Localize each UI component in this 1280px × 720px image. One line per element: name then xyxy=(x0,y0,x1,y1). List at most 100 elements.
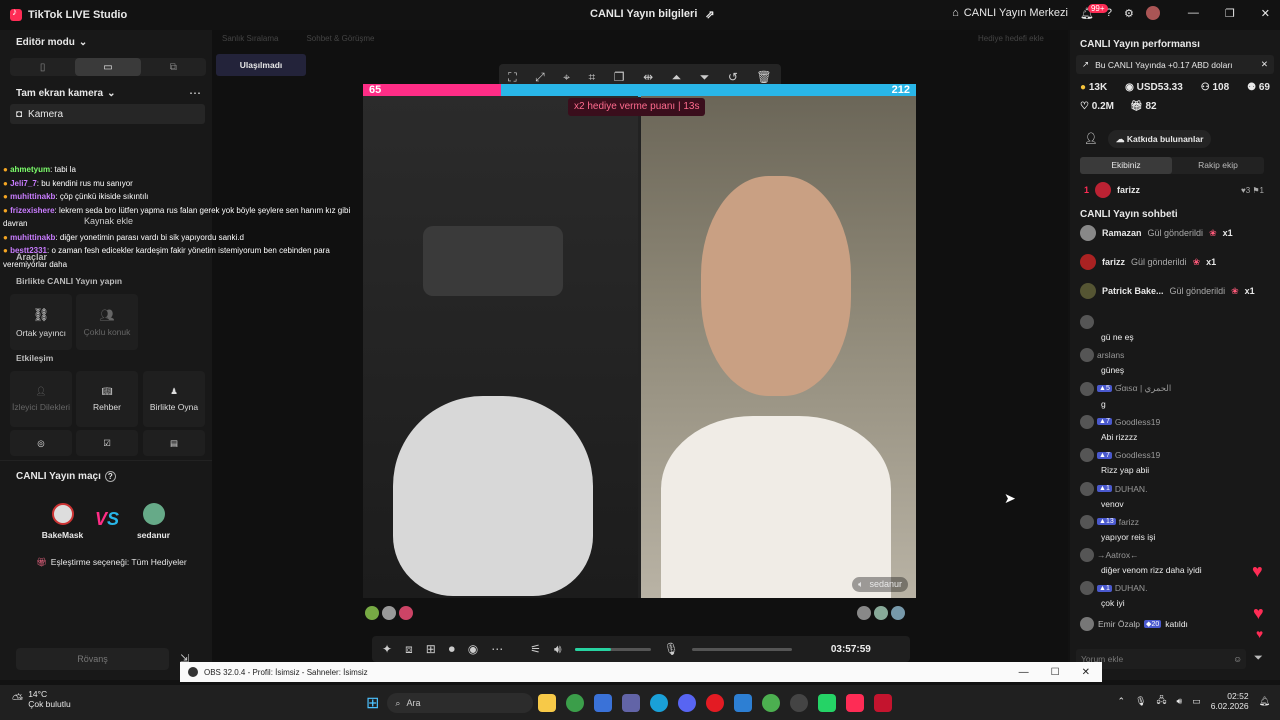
tab-my-team[interactable]: Ekibiniz xyxy=(1080,157,1172,174)
more-icon[interactable]: ⋯ xyxy=(189,86,201,100)
avatar[interactable] xyxy=(891,606,905,620)
weather-widget[interactable]: ⛅︎ 14°C Çok bulutlu xyxy=(12,689,71,709)
layout-toggle[interactable]: ▯ ▭ ⧉ xyxy=(10,58,206,76)
layer-up-icon[interactable]: ⏶ xyxy=(672,70,682,85)
network-icon[interactable]: 🖧︎ xyxy=(1157,693,1167,709)
filter-icon[interactable]: ⏷ xyxy=(1254,652,1263,665)
landscape-layout-icon[interactable]: ▭ xyxy=(75,58,141,76)
speaker-icon[interactable]: 🔊︎ xyxy=(554,642,562,657)
match-option[interactable]: 🎁︎ Eşleştirme seçeneği: Tüm Hediyeler xyxy=(36,557,187,568)
taskbar-search[interactable]: ⌕ Ara xyxy=(387,693,534,713)
player1[interactable]: BakeMask xyxy=(35,503,90,540)
chrome-icon[interactable] xyxy=(566,694,585,712)
player2[interactable]: sedanur xyxy=(126,503,181,540)
avatar[interactable] xyxy=(382,606,396,620)
mic-icon[interactable]: 🎙︎ xyxy=(1135,696,1146,707)
flip-icon[interactable]: ⇹ xyxy=(643,70,653,84)
clock[interactable]: 02:52 6.02.2026 xyxy=(1211,691,1249,711)
video-preview[interactable]: 65 212 🔈︎ sedanur xyxy=(363,84,916,598)
chat-call-tab[interactable]: Sohbet & Görüşme xyxy=(306,34,374,43)
co-host-button[interactable]: ⛓ Ortak yayıncı xyxy=(10,294,72,350)
crop-icon[interactable]: ⌗ xyxy=(589,70,596,85)
emoji-icon[interactable]: ☺ xyxy=(1233,649,1242,669)
opera-icon[interactable] xyxy=(706,694,725,712)
chat-message[interactable]: ▲5 Ɠαɩꜱα | الحمري g xyxy=(1080,381,1275,409)
chat-message[interactable]: →Aatrox← diğer venom rizz daha iyidi xyxy=(1080,548,1275,575)
scene-dropdown[interactable]: Tam ekran kamera ⌄ xyxy=(16,88,115,99)
settings-sliders-icon[interactable]: ⚟ xyxy=(530,642,541,656)
chevron-up-icon[interactable]: ⌃ xyxy=(1118,696,1126,707)
mic-icon[interactable]: 🎙︎ xyxy=(664,642,679,656)
tab-rival-team[interactable]: Rakip ekip xyxy=(1172,157,1264,174)
editor-mode-dropdown[interactable]: Editör modu ⌄ xyxy=(16,37,87,48)
chat-message[interactable]: gü ne eş xyxy=(1080,315,1275,342)
viewer-requests-button[interactable]: 👤︎ İzleyici Dilekleri xyxy=(10,371,72,427)
chat-message[interactable]: ▲1 DUHAN. çok iyi xyxy=(1080,581,1275,608)
file-explorer-icon[interactable] xyxy=(538,694,557,712)
tool-tile-b[interactable]: ☑ xyxy=(76,430,138,456)
whatsapp-icon[interactable] xyxy=(818,694,837,712)
add-user-icon[interactable]: 👤︎ xyxy=(1084,132,1098,145)
more-icon[interactable]: ⋯ xyxy=(491,642,503,656)
battery-icon[interactable]: ▭ xyxy=(1192,696,1201,707)
play-together-button[interactable]: ♟ Birlikte Oyna xyxy=(143,371,205,427)
screen-icon[interactable]: ⊞ xyxy=(426,642,436,656)
obs-taskbar-icon[interactable] xyxy=(790,694,809,712)
minimize-button[interactable]: — xyxy=(1188,7,1199,19)
avatar[interactable] xyxy=(399,606,413,620)
contributors-button[interactable]: ☁ Katkıda bulunanlar xyxy=(1108,130,1212,148)
magic-icon[interactable]: ✦ xyxy=(382,642,392,656)
avatar[interactable] xyxy=(874,606,888,620)
windows-start-icon[interactable]: ⊞ xyxy=(366,693,379,713)
gift-goal-button[interactable]: Hediye hedefi ekle xyxy=(978,34,1044,43)
volume-slider[interactable] xyxy=(574,647,651,651)
layer-down-icon[interactable]: ⏷ xyxy=(700,70,710,85)
chrome-alt-icon[interactable] xyxy=(762,694,781,712)
portrait-layout-icon[interactable]: ▯ xyxy=(10,58,75,76)
avatar[interactable] xyxy=(857,606,871,620)
mail-icon[interactable] xyxy=(734,694,753,712)
mute-icon[interactable]: 🔈︎ xyxy=(858,579,863,590)
obs-window-bar[interactable]: OBS 32.0.4 - Profil: İsimsiz - Sahneler:… xyxy=(180,662,1102,682)
bell-icon[interactable]: 🔔︎ 99+ xyxy=(1080,3,1108,20)
camera-source[interactable]: ◘ Kamera xyxy=(10,104,205,124)
effects-icon[interactable]: ⧈ xyxy=(405,642,413,657)
avatar[interactable] xyxy=(365,606,379,620)
trash-icon[interactable]: 🗑︎ xyxy=(756,70,771,84)
teams-icon[interactable] xyxy=(622,694,641,712)
record-icon[interactable]: ⏺ xyxy=(449,642,455,657)
obs-close-button[interactable]: ✕ xyxy=(1082,667,1090,678)
ranking-tab[interactable]: Sanlık Sıralama xyxy=(222,34,278,43)
fit-icon[interactable]: ⛶ xyxy=(508,70,516,85)
copy-icon[interactable]: ❐ xyxy=(614,70,625,84)
camera-toggle-icon[interactable]: ◉ xyxy=(468,642,478,656)
store-icon[interactable] xyxy=(594,694,613,712)
close-icon[interactable]: ✕ xyxy=(1261,59,1268,70)
maximize-button[interactable]: ❐ xyxy=(1225,7,1235,20)
live-center-button[interactable]: ⌂ CANLI Yayın Merkezi xyxy=(952,7,1068,19)
split-layout-icon[interactable]: ⧉ xyxy=(141,58,206,76)
tiktok-icon[interactable] xyxy=(846,694,865,712)
chat-message[interactable]: ▲7 Goodless19 Abi rizzzz xyxy=(1080,414,1275,442)
gear-icon[interactable]: ⚙ xyxy=(1124,7,1134,20)
obs-maximize-button[interactable]: ☐ xyxy=(1051,667,1060,678)
live-info-button[interactable]: CANLI Yayın bilgileri ⇗ xyxy=(590,8,715,21)
chat-message[interactable]: arslans güneş xyxy=(1080,348,1275,375)
chat-message[interactable]: ▲7 Goodless19 Rizz yap abii xyxy=(1080,448,1275,475)
rank-row[interactable]: 1 farizz ♥3 ⚑1 xyxy=(1084,182,1264,198)
edge-icon[interactable] xyxy=(650,694,669,712)
center-icon[interactable]: ⌖ xyxy=(563,70,570,85)
notification-icon[interactable]: 🔔︎ xyxy=(1259,696,1270,707)
multi-guest-button[interactable]: 👥︎ Çoklu konuk xyxy=(76,294,138,350)
chat-message[interactable]: ▲1 DUHAN. venov xyxy=(1080,481,1275,509)
discord-icon[interactable] xyxy=(678,694,697,712)
tool-tile-c[interactable]: ▤ xyxy=(143,430,205,456)
youtube-icon[interactable] xyxy=(874,694,893,712)
rotate-icon[interactable]: ↺ xyxy=(728,70,738,84)
rematch-button[interactable]: Rövanş xyxy=(16,648,169,670)
tool-tile-a[interactable]: ◎ xyxy=(10,430,72,456)
obs-minimize-button[interactable]: — xyxy=(1019,667,1029,678)
info-icon[interactable]: ? xyxy=(104,471,116,482)
expand-icon[interactable]: ⤢ xyxy=(535,70,545,85)
chat-message[interactable]: ▲13 farizz yapıyor reis işi xyxy=(1080,514,1275,542)
